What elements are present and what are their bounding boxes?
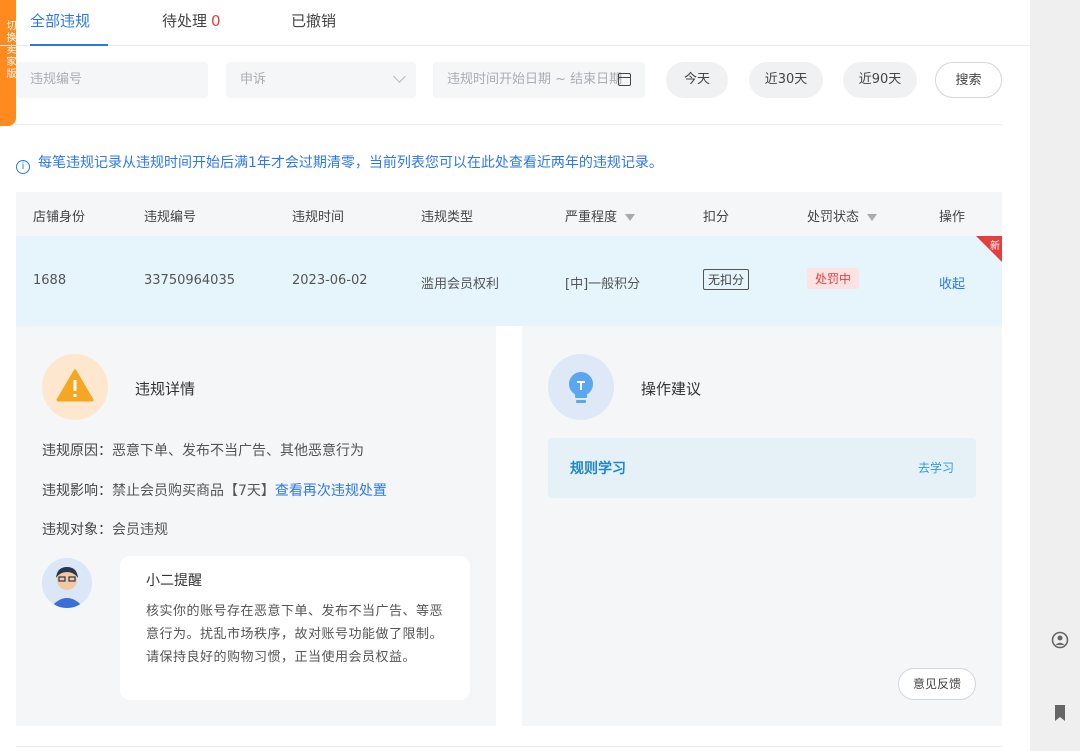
appeal-select-value: 申诉 <box>240 72 267 87</box>
reminder-body: 核实你的账号存在恶意下单、发布不当广告、等恶意行为。扰乱市场秩序，故对账号功能做… <box>146 604 444 665</box>
filter-icon[interactable] <box>625 214 636 221</box>
support-icon[interactable] <box>1051 631 1069 649</box>
reason-line: 违规原因：恶意下单、发布不当广告、其他恶意行为 <box>42 440 364 460</box>
quick-90-label: 近90天 <box>858 72 902 87</box>
staff-avatar-icon <box>42 558 92 608</box>
search-label: 搜索 <box>955 73 982 88</box>
rule-study-card[interactable]: 规则学习 去学习 <box>548 438 976 498</box>
info-icon: i <box>16 160 30 174</box>
header-deduction: 扣分 <box>703 210 730 225</box>
collapse-link[interactable]: 收起 <box>939 273 965 292</box>
table-row[interactable]: 1688 33750964035 2023-06-02 滥用会员权利 [中]一般… <box>16 236 1002 326</box>
impact-label: 违规影响： <box>42 483 112 499</box>
reminder-title: 小二提醒 <box>146 573 202 589</box>
target-value: 会员违规 <box>112 522 168 538</box>
status-tabs: 全部违规 待处理 0 已撤销 <box>0 0 1030 46</box>
quick-30-days-button[interactable]: 近30天 <box>749 62 823 98</box>
deduction-badge: 无扣分 <box>703 269 750 290</box>
reason-label: 违规原因： <box>42 443 112 459</box>
lightbulb-icon <box>569 372 593 403</box>
header-penalty-status: 处罚状态 <box>807 210 860 225</box>
suggestion-title: 操作建议 <box>641 380 702 398</box>
violation-details-panel: 违规详情 违规原因：恶意下单、发布不当广告、其他恶意行为 违规影响：禁止会员购买… <box>16 326 496 726</box>
warning-triangle-icon <box>56 369 94 402</box>
go-study-link[interactable]: 去学习 <box>918 459 954 476</box>
bookmark-icon[interactable] <box>1051 704 1069 722</box>
cell-violation-id: 33750964035 <box>144 273 235 288</box>
retention-notice: i 每笔违规记录从违规时间开始后满1年才会过期清零，当前列表您可以在此处查看近两年… <box>16 153 663 174</box>
reminder-bubble: 小二提醒 核实你的账号存在恶意下单、发布不当广告、等恶意行为。扰乱市场秩序，故对… <box>120 556 470 700</box>
header-violation-type: 违规类型 <box>421 210 474 225</box>
feedback-button[interactable]: 意见反馈 <box>898 668 976 700</box>
new-badge-text: 新 <box>990 241 1000 252</box>
tab-all-label: 全部违规 <box>30 12 91 30</box>
quick-today-button[interactable]: 今天 <box>666 62 728 98</box>
tab-pending-count: 0 <box>211 12 221 30</box>
header-severity-cell[interactable]: 严重程度 <box>565 206 636 225</box>
divider <box>16 124 1002 125</box>
avatar <box>42 558 92 608</box>
quick-30-label: 近30天 <box>764 72 808 87</box>
header-action: 操作 <box>939 210 966 225</box>
warning-circle <box>42 354 108 420</box>
violation-id-placeholder: 违规编号 <box>30 72 83 87</box>
target-label: 违规对象： <box>42 522 112 538</box>
status-badge: 处罚中 <box>807 268 860 289</box>
header-violation-id: 违规编号 <box>144 210 197 225</box>
table-header: 店铺身份 违规编号 违规时间 违规类型 严重程度 扣分 处罚状态 操作 <box>16 192 1002 236</box>
chevron-down-icon <box>393 70 406 83</box>
quick-today-label: 今天 <box>683 72 710 87</box>
cell-violation-time: 2023-06-02 <box>292 273 368 288</box>
appeal-select[interactable]: 申诉 <box>226 62 416 98</box>
bottom-divider <box>16 746 1002 747</box>
suggestion-panel: 操作建议 规则学习 去学习 意见反馈 <box>522 326 1002 726</box>
date-range-input[interactable]: 违规时间开始日期 ~ 结束日期 <box>433 62 645 98</box>
cell-shop-identity: 1688 <box>33 273 67 288</box>
impact-value: 禁止会员购买商品【7天】 <box>112 483 275 499</box>
cell-severity: [中]一般积分 <box>565 277 641 292</box>
filter-icon[interactable] <box>867 214 878 221</box>
date-range-placeholder: 违规时间开始日期 ~ 结束日期 <box>447 72 623 87</box>
target-line: 违规对象：会员违规 <box>42 519 168 539</box>
details-title: 违规详情 <box>135 380 196 398</box>
tab-revoked[interactable]: 已撤销 <box>291 10 336 46</box>
tab-revoked-label: 已撤销 <box>291 12 337 30</box>
header-shop-identity: 店铺身份 <box>33 210 86 225</box>
cell-violation-type: 滥用会员权利 <box>421 277 500 292</box>
impact-line: 违规影响：禁止会员购买商品【7天】查看再次违规处置 <box>42 480 387 500</box>
view-repeat-violation-link[interactable]: 查看再次违规处置 <box>275 483 387 499</box>
tab-pending[interactable]: 待处理 0 <box>162 10 221 46</box>
notice-text: 每笔违规记录从违规时间开始后满1年才会过期清零，当前列表您可以在此处查看近两年的… <box>38 155 663 171</box>
tab-pending-label: 待处理 <box>162 12 208 30</box>
header-violation-time: 违规时间 <box>292 210 345 225</box>
quick-90-days-button[interactable]: 近90天 <box>843 62 917 98</box>
reason-value: 恶意下单、发布不当广告、其他恶意行为 <box>112 443 364 459</box>
header-severity: 严重程度 <box>565 210 618 225</box>
header-penalty-status-cell[interactable]: 处罚状态 <box>807 206 878 225</box>
bulb-circle <box>548 354 614 420</box>
tab-all-violations[interactable]: 全部违规 <box>30 10 108 46</box>
rule-study-title: 规则学习 <box>570 461 626 477</box>
search-button[interactable]: 搜索 <box>935 62 1002 98</box>
violation-id-input[interactable]: 违规编号 <box>16 62 208 98</box>
calendar-icon <box>618 73 631 86</box>
feedback-label: 意见反馈 <box>912 677 961 691</box>
